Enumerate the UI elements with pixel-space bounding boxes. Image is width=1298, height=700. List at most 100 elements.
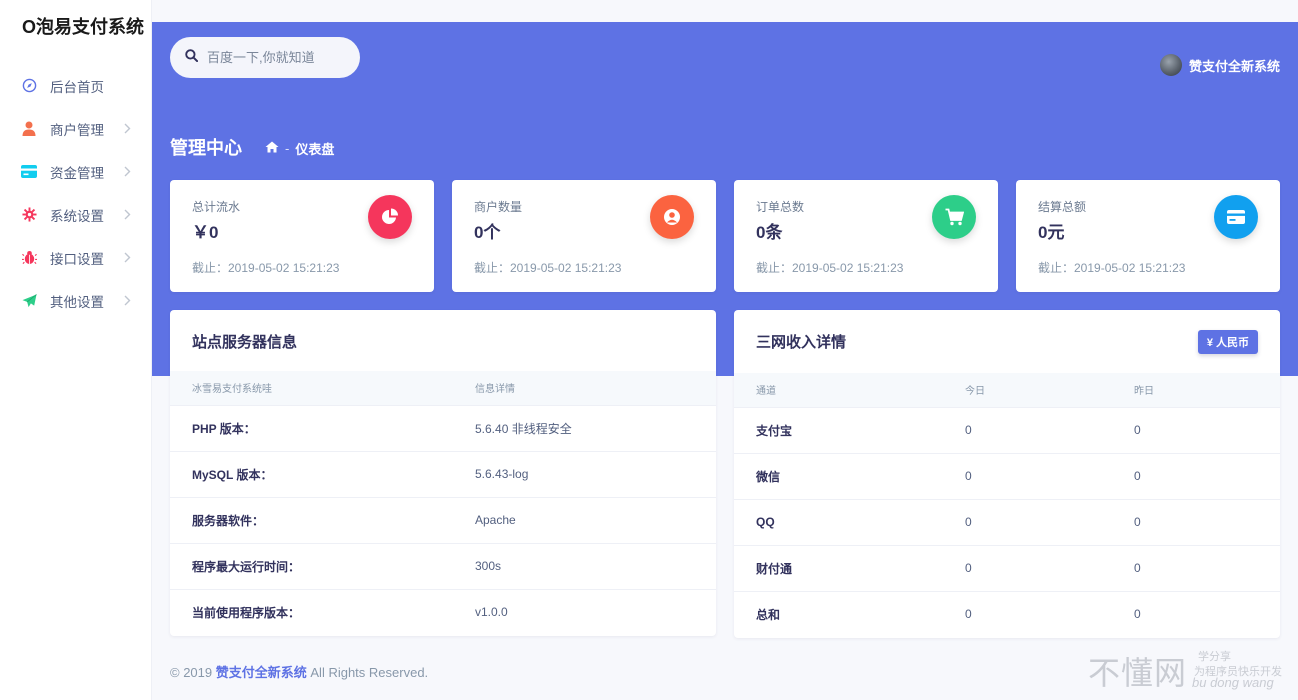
watermark-logo: 不懂网 学分享 为程序员快乐开发 bu dong wang [1088,648,1288,692]
footer-copyright: © 2019 [170,665,213,680]
table-cell: 微信 [734,452,965,499]
sidebar-item-other-settings[interactable]: 其他设置 [0,279,152,322]
table-row: MySQL 版本： 5.6.43-log [170,450,716,497]
user-icon [20,120,38,138]
income-table: 通道 今日 昨日 支付宝 0 0 微信 0 0 QQ 0 0 财付通 0 0 总… [734,373,1280,637]
table-cell: Apache [475,496,716,543]
table-header-row: 通道 今日 昨日 [734,373,1280,407]
search-icon [185,48,199,67]
watermark-top: 学分享 [1198,651,1231,663]
column-header: 冰雪易支付系统哇 [192,384,272,396]
table-cell: 财付通 [734,544,965,591]
column-header: 今日 [965,386,985,398]
stat-label: 商户数量 [474,200,523,214]
stat-card-settlement: 结算总额 0元 截止：2019-05-02 15:21:23 [1016,180,1280,292]
table-cell: 0 [1134,544,1280,591]
chevron-right-icon [121,250,133,264]
breadcrumb-current: 仪表盘 [295,142,335,157]
table-cell: 300s [475,542,716,589]
send-icon [20,292,38,310]
table-cell: 0 [1134,406,1280,453]
breadcrumb-separator: - [285,141,290,156]
table-row: 支付宝 0 0 [734,406,1280,453]
pie-chart-icon [368,195,412,239]
home-icon[interactable] [265,141,279,156]
search-input[interactable] [207,50,347,65]
page-title: 管理中心 [170,138,242,158]
stat-date: 截止：2019-05-02 15:21:23 [192,261,340,275]
panel-title: 三网收入详情 [756,334,847,351]
sidebar: O泡易支付系统 后台首页 商户管理 资金管理 系统设置 接口设置 其他设置 [0,0,152,700]
user-name: 赞支付全新系统 [1188,58,1280,74]
table-cell: PHP 版本： [170,404,475,451]
sidebar-item-dashboard[interactable]: 后台首页 [0,64,152,107]
currency-button[interactable]: ¥ 人民币 [1197,330,1258,354]
sidebar-item-label: 接口设置 [50,251,104,267]
compass-icon [20,77,38,95]
chevron-right-icon [121,207,133,221]
stat-card-orders: 订单总数 0条 截止：2019-05-02 15:21:23 [734,180,998,292]
table-cell: 0 [1134,498,1280,545]
brand-title: O泡易支付系统 [22,17,145,37]
stat-value: 0条 [756,223,783,242]
table-row: 服务器软件： Apache [170,496,716,543]
wallet-icon [1214,195,1258,239]
table-row: 财付通 0 0 [734,544,1280,591]
table-row: 当前使用程序版本： v1.0.0 [170,588,716,635]
income-panel: 三网收入详情 ¥ 人民币 通道 今日 昨日 支付宝 0 0 微信 0 0 QQ … [734,310,1280,638]
avatar [1159,54,1182,76]
table-header-row: 冰雪易支付系统哇 信息详情 [170,371,716,405]
column-header: 昨日 [1134,386,1154,398]
table-cell: 0 [965,498,1134,545]
sidebar-item-label: 其他设置 [50,294,104,310]
table-cell: 服务器软件： [170,496,475,543]
breadcrumb: - 仪表盘 [265,139,334,158]
stat-value: 0元 [1038,223,1065,242]
sidebar-item-label: 资金管理 [50,165,104,181]
sidebar-item-system-settings[interactable]: 系统设置 [0,193,152,236]
footer-rights: All Rights Reserved. [310,665,429,680]
table-cell: 程序最大运行时间： [170,542,475,589]
stat-label: 总计流水 [192,200,241,214]
user-circle-icon [650,195,694,239]
table-cell: 0 [965,590,1134,637]
table-cell: 0 [965,544,1134,591]
table-cell: MySQL 版本： [170,450,475,497]
table-cell: 5.6.40 非线程安全 [475,404,716,451]
stat-card-merchants: 商户数量 0个 截止：2019-05-02 15:21:23 [452,180,716,292]
server-info-table: 冰雪易支付系统哇 信息详情 PHP 版本： 5.6.40 非线程安全 MySQL… [170,371,716,635]
table-cell: 总和 [734,590,965,637]
stat-card-total-flow: 总计流水 ￥0 截止：2019-05-02 15:21:23 [170,180,434,292]
stat-label: 结算总额 [1038,200,1087,214]
sidebar-item-label: 后台首页 [50,79,104,95]
footer: © 2019 赞支付全新系统 All Rights Reserved. [170,662,428,681]
stat-date: 截止：2019-05-02 15:21:23 [474,261,622,275]
sidebar-item-merchant[interactable]: 商户管理 [0,107,152,150]
sidebar-item-api-settings[interactable]: 接口设置 [0,236,152,279]
gear-icon [20,206,38,224]
watermark-main: 不懂网 [1088,654,1188,692]
stat-value: 0个 [474,223,501,242]
table-cell: QQ [734,498,965,545]
sidebar-item-funds[interactable]: 资金管理 [0,150,152,193]
footer-brand-link[interactable]: 赞支付全新系统 [216,665,307,680]
user-menu[interactable]: 赞支付全新系统 [1159,54,1280,76]
stat-value: ￥0 [192,223,219,242]
column-header: 信息详情 [475,384,515,396]
stat-date: 截止：2019-05-02 15:21:23 [756,261,904,275]
table-cell: 0 [965,406,1134,453]
table-row: 总和 0 0 [734,590,1280,637]
chevron-right-icon [121,121,133,135]
column-header: 通道 [756,386,776,398]
table-row: 微信 0 0 [734,452,1280,499]
table-cell: 0 [1134,452,1280,499]
sidebar-item-label: 商户管理 [50,122,104,138]
server-info-panel: 站点服务器信息 冰雪易支付系统哇 信息详情 PHP 版本： 5.6.40 非线程… [170,310,716,636]
search-box[interactable] [170,37,360,78]
chevron-right-icon [121,293,133,307]
stat-date: 截止：2019-05-02 15:21:23 [1038,261,1186,275]
sidebar-nav: 后台首页 商户管理 资金管理 系统设置 接口设置 其他设置 [0,64,152,322]
table-cell: 0 [965,452,1134,499]
table-cell: 0 [1134,590,1280,637]
table-cell: 当前使用程序版本： [170,588,475,635]
